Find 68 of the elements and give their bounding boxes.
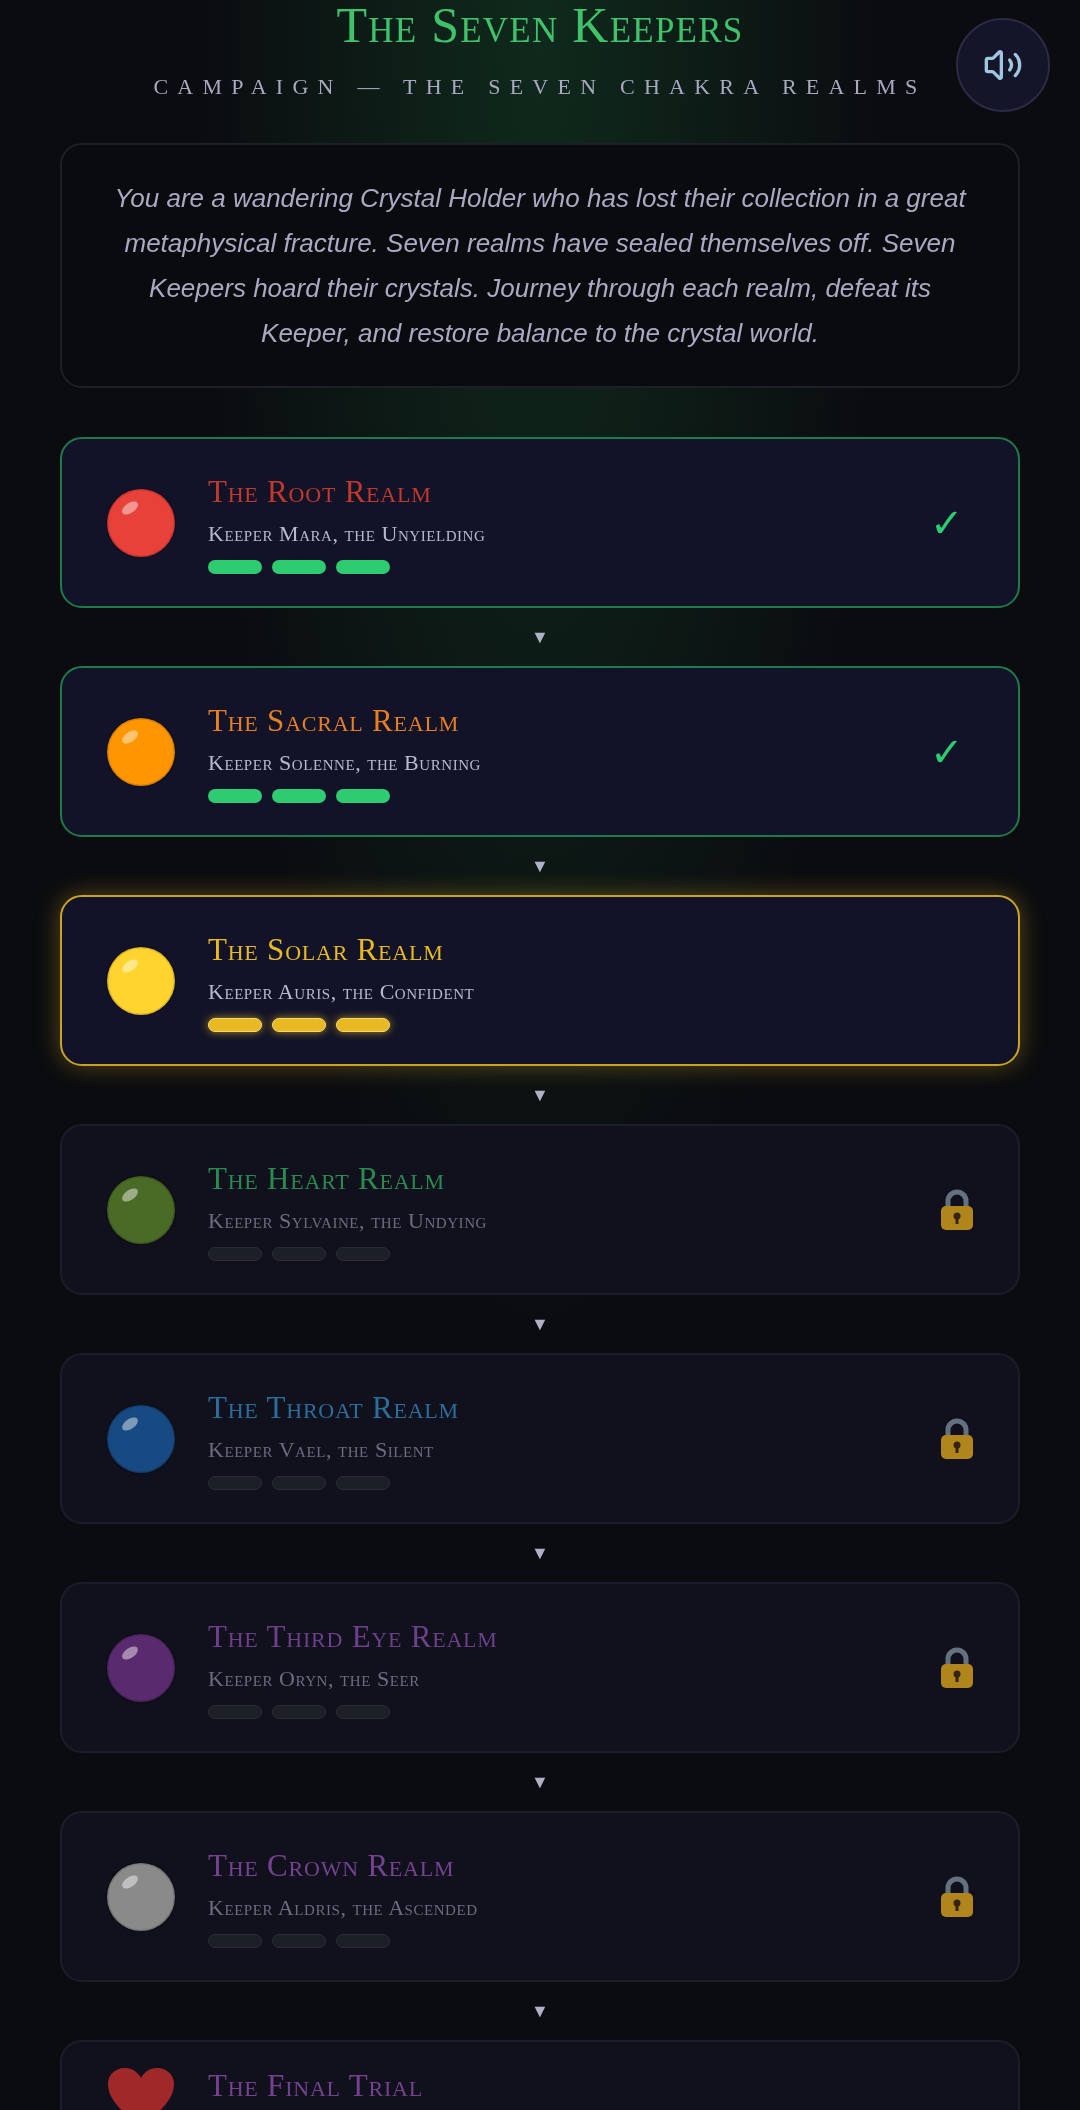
down-arrow: ▼: [531, 1312, 549, 1336]
orb-icon: [106, 1174, 176, 1245]
progress-pip: [336, 1704, 390, 1719]
progress-pip: [208, 1704, 262, 1719]
progress-pip: [272, 1704, 326, 1719]
keeper-name: Keeper Solenne, the Burning: [208, 748, 482, 777]
realm-title: The Solar Realm: [208, 930, 445, 969]
progress-pip: [336, 788, 390, 803]
progress-pip: [208, 559, 262, 574]
realm-title: The Heart Realm: [208, 1159, 446, 1198]
progress-pip: [336, 1017, 390, 1032]
check-mark: ✓: [930, 499, 964, 547]
realm-title: The Crown Realm: [208, 1846, 456, 1885]
progress-pip: [336, 1475, 390, 1490]
progress-pip: [272, 559, 326, 574]
lock-icon: [940, 1188, 974, 1231]
down-arrow: ▼: [531, 1770, 549, 1794]
realm-card[interactable]: The Sacral Realm Keeper Solenne, the Burning ✓: [60, 666, 1020, 837]
realm-card[interactable]: The Third Eye Realm Keeper Oryn, the Seer: [60, 1582, 1020, 1753]
progress-pip: [336, 1246, 390, 1261]
down-arrow: ▼: [531, 1541, 549, 1565]
realm-card[interactable]: The Throat Realm Keeper Vael, the Silent: [60, 1353, 1020, 1524]
realm-card[interactable]: The Root Realm Keeper Mara, the Unyielding ✓: [60, 437, 1020, 608]
progress-pip: [336, 559, 390, 574]
progress-pip: [272, 1933, 326, 1948]
realm-title: The Throat Realm: [208, 1388, 460, 1427]
realm-title: The Sacral Realm: [208, 701, 460, 740]
realm-card[interactable]: The Heart Realm Keeper Sylvaine, the Undying: [60, 1124, 1020, 1295]
progress-pip: [272, 1246, 326, 1261]
keeper-name: Keeper Auris, the Confident: [208, 977, 476, 1006]
progress-pip: [272, 1017, 326, 1032]
realm-title: The Final Trial: [208, 2067, 424, 2105]
orb-icon: [106, 1632, 176, 1703]
progress-pip: [336, 1933, 390, 1948]
orb-icon: [106, 487, 176, 558]
check-mark: ✓: [930, 728, 964, 776]
keeper-name: Keeper Oryn, the Seer: [208, 1664, 421, 1693]
realm-card[interactable]: The Final Trial: [60, 2040, 1020, 2110]
down-arrow: ▼: [531, 1083, 549, 1107]
realm-card[interactable]: The Crown Realm Keeper Aldris, the Ascended: [60, 1811, 1020, 1982]
progress-pip: [208, 1017, 262, 1032]
page-title: The Seven Keepers: [336, 0, 744, 50]
orb-icon: [106, 1861, 176, 1932]
down-arrow: ▼: [531, 854, 549, 878]
page-subtitle: CAMPAIGN — THE SEVEN CHAKRA REALMS: [153, 73, 927, 101]
realm-title: The Root Realm: [208, 472, 433, 511]
progress-pip: [208, 788, 262, 803]
lock-icon: [940, 1646, 974, 1689]
keeper-name: Keeper Aldris, the Ascended: [208, 1893, 479, 1922]
realm-card[interactable]: The Solar Realm Keeper Auris, the Confident: [60, 895, 1020, 1066]
keeper-name: Keeper Sylvaine, the Undying: [208, 1206, 488, 1235]
progress-pip: [208, 1475, 262, 1490]
progress-pip: [208, 1933, 262, 1948]
lock-icon: [940, 1417, 974, 1460]
orb-icon: [106, 1403, 176, 1474]
heart-icon: [106, 2066, 176, 2110]
lock-icon: [940, 1875, 974, 1918]
orb-icon: [106, 945, 176, 1016]
down-arrow: ▼: [531, 1999, 549, 2023]
realm-title: The Third Eye Realm: [208, 1617, 499, 1656]
progress-pip: [272, 1475, 326, 1490]
orb-icon: [106, 716, 176, 787]
intro-text: You are a wandering Crystal Holder who has lost their collection in a great metaphysical fracture. Seven realms have sealed themselves off. Seven Keepers hoard their crystals. Journey through each realm, defeat its Keeper, and restore balance to the crystal world.: [114, 181, 966, 350]
progress-pip: [208, 1246, 262, 1261]
down-arrow: ▼: [531, 625, 549, 649]
progress-pip: [272, 788, 326, 803]
keeper-name: Keeper Vael, the Silent: [208, 1435, 435, 1464]
keeper-name: Keeper Mara, the Unyielding: [208, 519, 487, 548]
